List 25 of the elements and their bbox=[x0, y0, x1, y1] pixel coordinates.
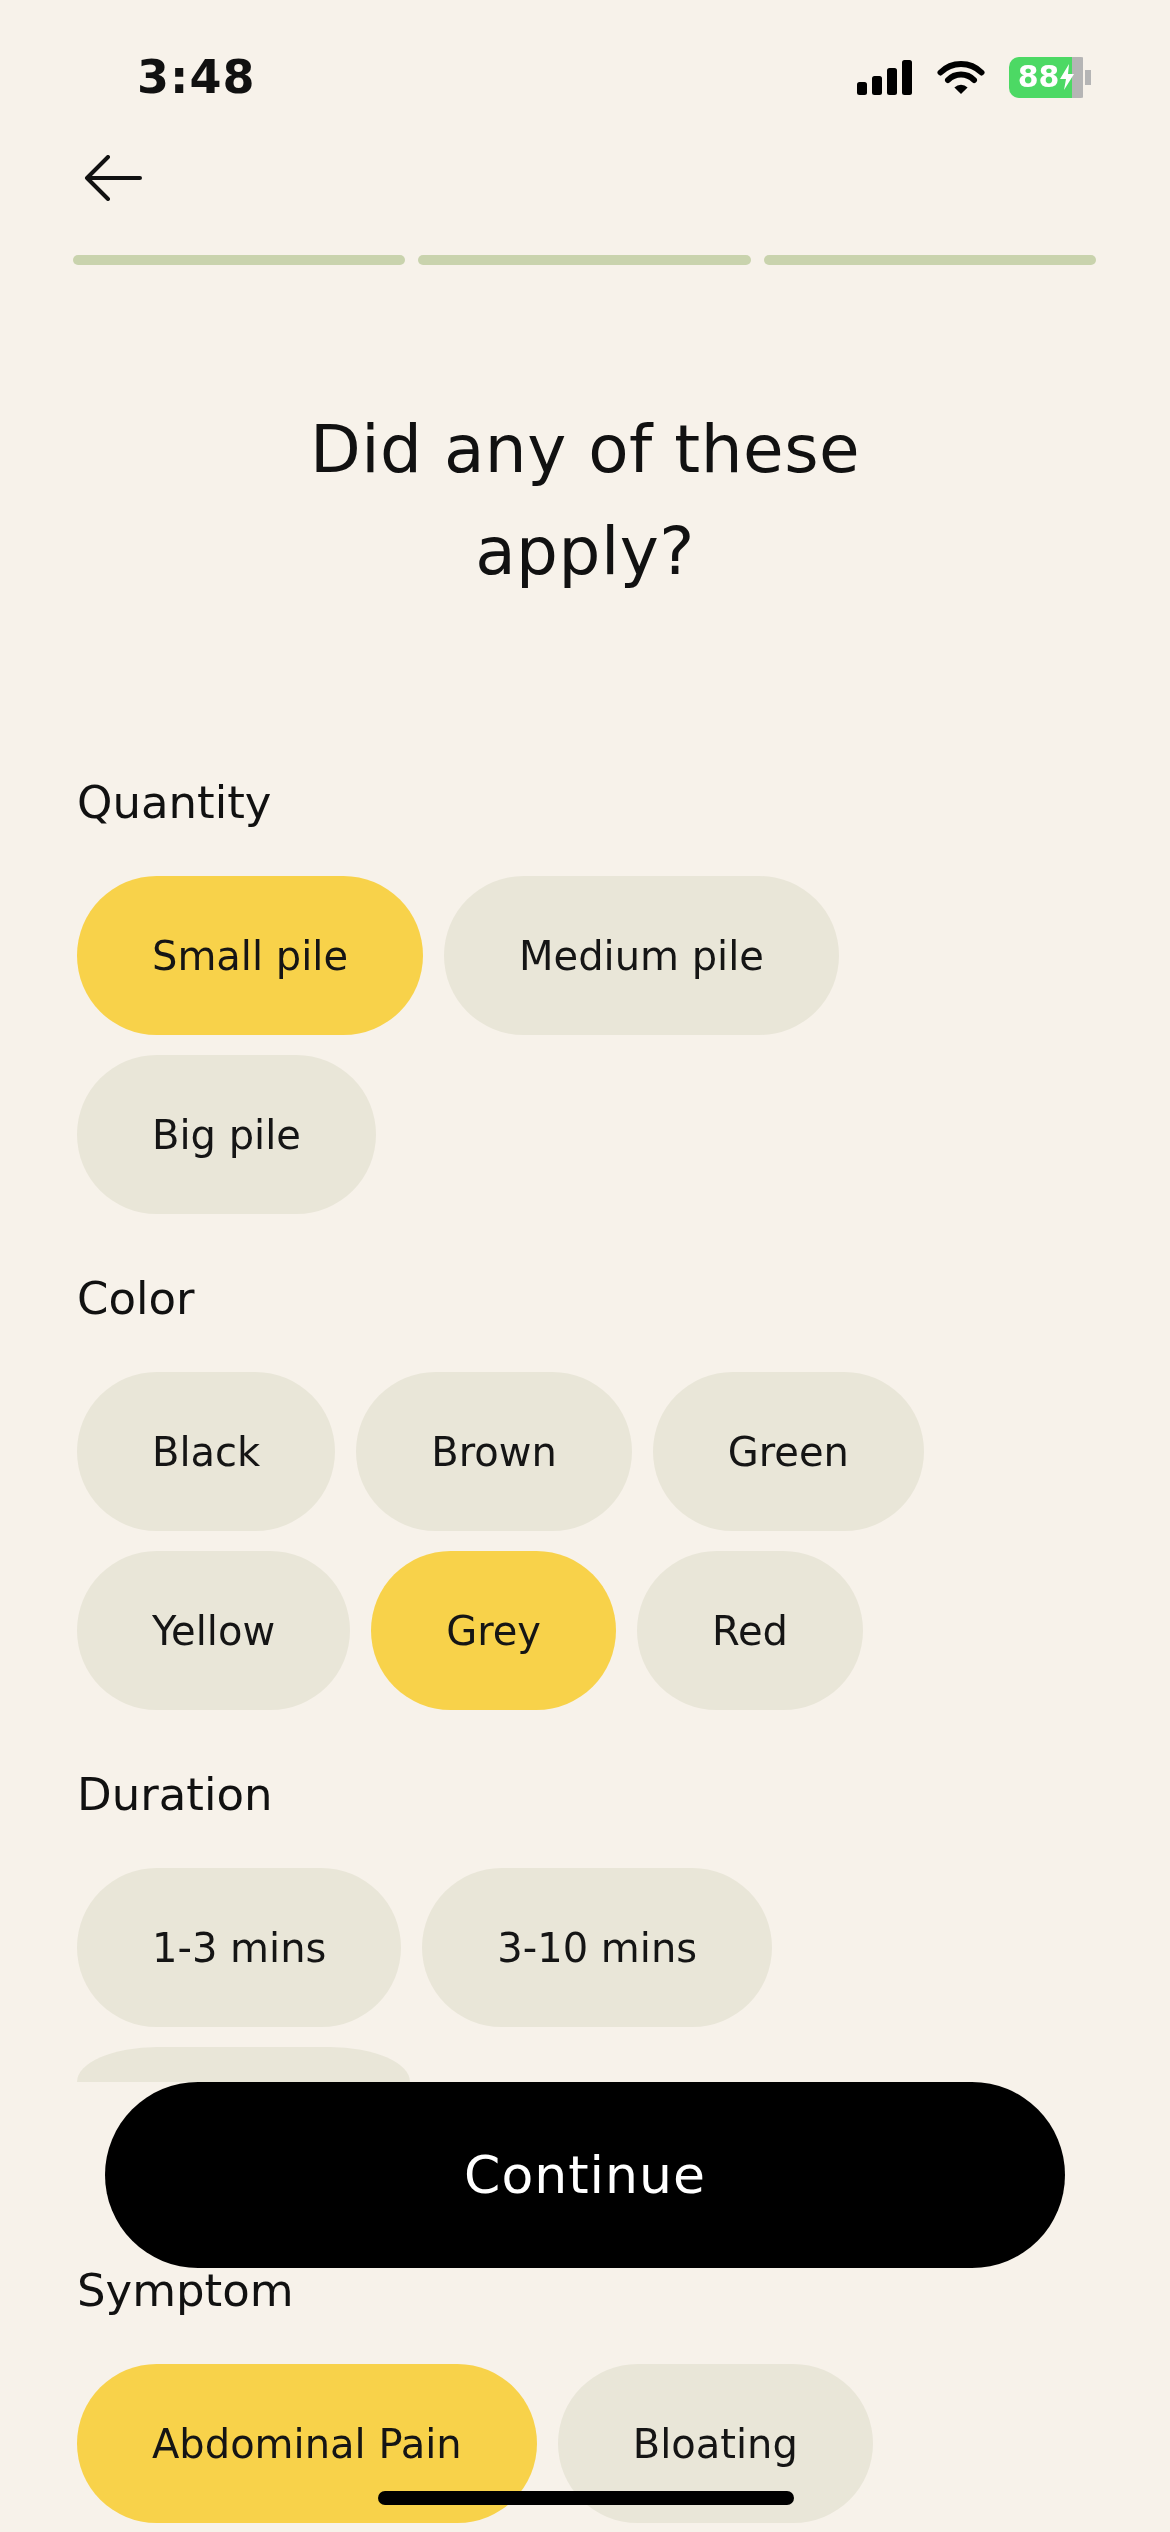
option-chip[interactable]: Medium pile bbox=[444, 876, 839, 1035]
continue-button[interactable]: Continue bbox=[105, 2082, 1065, 2268]
option-chip[interactable]: Black bbox=[77, 1372, 336, 1531]
option-chip[interactable]: Abdominal Pain bbox=[77, 2364, 537, 2523]
back-button[interactable] bbox=[84, 155, 142, 201]
bolt-icon bbox=[1060, 64, 1075, 90]
option-chip[interactable]: Red bbox=[637, 1551, 863, 1710]
option-chip[interactable]: Yellow bbox=[77, 1551, 351, 1710]
option-chip[interactable]: Green bbox=[652, 1372, 924, 1531]
option-chip[interactable]: Brown bbox=[356, 1372, 632, 1531]
wifi-icon bbox=[937, 58, 985, 96]
status-time: 3:48 bbox=[137, 50, 256, 104]
question-title: Did any of these apply? bbox=[308, 410, 862, 592]
option-chip[interactable]: Big pile bbox=[77, 1055, 376, 1214]
section-label: Color bbox=[77, 1275, 195, 1323]
section-label: Quantity bbox=[77, 779, 272, 827]
battery-percentage: 88 bbox=[1017, 62, 1060, 92]
section-label: Duration bbox=[77, 1771, 273, 1819]
signal-icon bbox=[857, 59, 913, 95]
option-chip[interactable]: Grey bbox=[371, 1551, 616, 1710]
section-label: Symptom bbox=[77, 2267, 294, 2315]
option-chip[interactable]: Bloating bbox=[557, 2364, 873, 2523]
option-chip[interactable]: 1-3 mins bbox=[77, 1868, 402, 2027]
option-chip[interactable]: Small pile bbox=[77, 876, 424, 1035]
option-chip[interactable]: 3-10 mins bbox=[422, 1868, 773, 2027]
